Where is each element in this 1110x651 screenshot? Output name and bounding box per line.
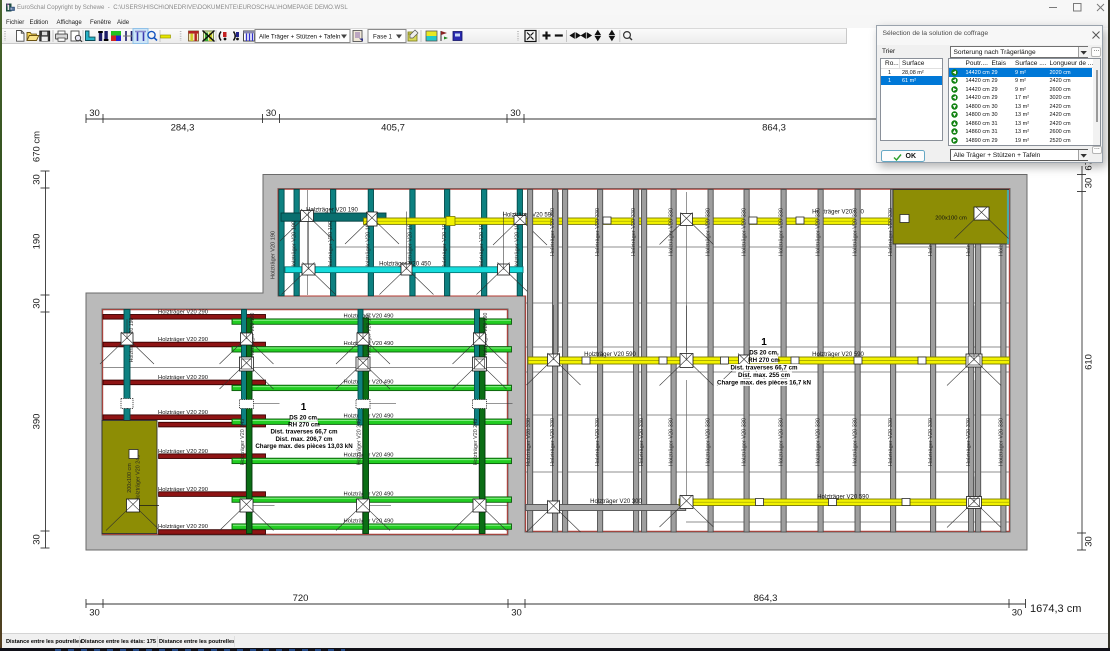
svg-text:Holzträger V20 330: Holzträger V20 330 [779, 418, 785, 466]
svg-text:30: 30 [1084, 536, 1095, 547]
svg-text:Holzträger V20 290: Holzträger V20 290 [158, 449, 208, 455]
svg-text:Dist. traverses 66,7 cm: Dist. traverses 66,7 cm [730, 365, 798, 372]
svg-text:Holzträger V20 330: Holzträger V20 330 [742, 208, 748, 256]
svg-text:30: 30 [32, 174, 43, 185]
svg-text:Charge max. des pièces 16,7 kN: Charge max. des pièces 16,7 kN [717, 380, 811, 387]
svg-text:Holzträger V20 330: Holzträger V20 330 [742, 418, 748, 466]
svg-text:Holzträger V20 330: Holzträger V20 330 [966, 418, 972, 466]
svg-text:Holzträger V20 190: Holzträger V20 190 [306, 208, 358, 214]
svg-text:30: 30 [1084, 178, 1095, 189]
svg-text:Holzträger V20 330: Holzträger V20 330 [639, 418, 645, 466]
svg-text:Dist. traverses 66,7 cm: Dist. traverses 66,7 cm [270, 429, 338, 436]
svg-text:200x100 cm: 200x100 cm [935, 216, 967, 222]
svg-text:Holzträger V20 330: Holzträger V20 330 [928, 418, 934, 466]
svg-text:Holzträger V20 190: Holzträger V20 190 [328, 221, 334, 269]
svg-text:390: 390 [32, 414, 43, 430]
svg-text:Holzträger V20 330: Holzträger V20 330 [669, 418, 675, 466]
svg-text:Holzträger V20 245: Holzträger V20 245 [136, 455, 142, 501]
svg-text:Holzträger V20 330: Holzträger V20 330 [706, 208, 712, 256]
svg-text:Holzträger V20 245: Holzträger V20 245 [473, 419, 479, 465]
svg-text:1: 1 [301, 402, 307, 413]
svg-text:Holzträger V20 190: Holzträger V20 190 [292, 221, 298, 269]
svg-text:720: 720 [293, 593, 309, 604]
svg-text:Holzträger V20 290: Holzträger V20 290 [158, 310, 208, 316]
svg-text:Holzträger V20 590: Holzträger V20 590 [584, 352, 636, 358]
svg-text:610: 610 [1084, 354, 1095, 370]
svg-text:Holzträger V20 330: Holzträger V20 330 [853, 418, 859, 466]
svg-text:Holzträger V20 190: Holzträger V20 190 [442, 221, 448, 269]
svg-text:Holzträger V20 290: Holzträger V20 290 [158, 410, 208, 416]
svg-text:190: 190 [32, 234, 43, 250]
svg-text:864,3: 864,3 [754, 593, 778, 604]
svg-text:Holzträger V20 330: Holzträger V20 330 [550, 208, 556, 256]
svg-text:864,3: 864,3 [762, 123, 786, 134]
svg-text:Holzträger V20 330: Holzträger V20 330 [550, 418, 556, 466]
svg-text:Holzträger V20 290: Holzträger V20 290 [158, 375, 208, 381]
svg-text:30: 30 [266, 108, 277, 119]
svg-text:RH 270 cm: RH 270 cm [288, 422, 320, 429]
svg-text:200x100 cm: 200x100 cm [127, 463, 133, 493]
svg-text:670 cm: 670 cm [32, 131, 43, 162]
svg-text:Dist. max. 206,7 cm: Dist. max. 206,7 cm [275, 436, 333, 443]
svg-text:30: 30 [89, 108, 100, 119]
svg-text:Holzträger V20 330: Holzträger V20 330 [669, 208, 675, 256]
svg-text:30: 30 [89, 608, 100, 619]
svg-text:30: 30 [510, 108, 521, 119]
svg-text:Holzträger V20 330: Holzträger V20 330 [998, 418, 1004, 466]
svg-text:Holzträger V20 300: Holzträger V20 300 [590, 499, 642, 505]
svg-text:Holzträger V20 190: Holzträger V20 190 [270, 231, 276, 279]
svg-text:Holzträger V20 245: Holzträger V20 245 [240, 419, 246, 465]
svg-text:Holzträger V20 330: Holzträger V20 330 [888, 418, 894, 466]
svg-text:1674,3 cm: 1674,3 cm [1030, 603, 1081, 615]
svg-text:30: 30 [1012, 608, 1023, 619]
svg-text:Holzträger V20 330: Holzträger V20 330 [816, 208, 822, 256]
svg-text:Holzträger V20 590: Holzträger V20 590 [817, 495, 869, 501]
svg-text:Holzträger V20 330: Holzträger V20 330 [779, 208, 785, 256]
svg-text:Holzträger V20 330: Holzträger V20 330 [595, 208, 601, 256]
svg-text:284,3: 284,3 [171, 123, 195, 134]
svg-text:Holzträger V20 190: Holzträger V20 190 [479, 221, 485, 269]
svg-text:Charge max. des pièces 13,03 k: Charge max. des pièces 13,03 kN [255, 443, 353, 450]
svg-text:Holzträger V20 330: Holzträger V20 330 [595, 418, 601, 466]
svg-text:30: 30 [511, 608, 522, 619]
svg-text:Holzträger V20 330: Holzträger V20 330 [853, 208, 859, 256]
svg-text:RH 270 cm: RH 270 cm [748, 357, 780, 364]
svg-text:30: 30 [32, 298, 43, 309]
svg-text:Holzträger V20 330: Holzträger V20 330 [816, 418, 822, 466]
svg-text:Holzträger V20 290: Holzträger V20 290 [158, 487, 208, 493]
svg-text:Holzträger V20 330: Holzträger V20 330 [526, 418, 532, 466]
svg-text:Holzträger V20 290: Holzträger V20 290 [158, 337, 208, 343]
svg-text:Holzträger V20 190: Holzträger V20 190 [366, 221, 372, 269]
svg-text:DS 20 cm,: DS 20 cm, [749, 350, 779, 357]
svg-text:1: 1 [761, 337, 767, 348]
svg-text:DS 20 cm,: DS 20 cm, [289, 415, 319, 422]
svg-text:Dist. max. 255 cm: Dist. max. 255 cm [738, 372, 790, 379]
svg-text:Holzträger V20 330: Holzträger V20 330 [706, 418, 712, 466]
svg-text:Holzträger V20 245: Holzträger V20 245 [357, 419, 363, 465]
svg-text:Holzträger V20 190: Holzträger V20 190 [515, 221, 521, 269]
svg-text:405,7: 405,7 [381, 123, 405, 134]
svg-text:Holzträger V20 330: Holzträger V20 330 [631, 208, 637, 256]
svg-text:Holzträger V20 290: Holzträger V20 290 [158, 524, 208, 530]
svg-text:30: 30 [32, 534, 43, 545]
